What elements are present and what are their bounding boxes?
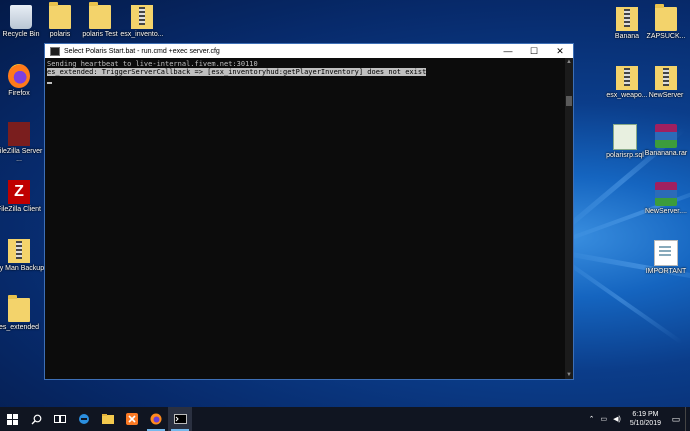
close-button[interactable]: ✕ — [547, 44, 573, 58]
task-view-button[interactable] — [48, 407, 72, 431]
clock-time: 6:19 PM — [632, 411, 659, 418]
start-button[interactable] — [0, 407, 24, 431]
xampp-icon — [126, 413, 138, 425]
search-button[interactable] — [24, 407, 48, 431]
system-tray: ⌃ ▭ ◀) 6:19 PM 5/10/2019 ▭ — [586, 407, 690, 431]
zip-folder-icon — [655, 66, 677, 90]
zip-folder-icon — [616, 7, 638, 31]
window-title: Select Polaris Start.bat - run.cmd +exec… — [64, 47, 220, 55]
desktop-icon-label: FileZilla Client — [0, 206, 41, 213]
scroll-down-icon[interactable]: ▼ — [565, 371, 573, 379]
desktop-icon-important[interactable]: IMPORTANT — [639, 240, 690, 276]
clock-date: 5/10/2019 — [629, 420, 661, 427]
cmd-icon — [173, 414, 187, 424]
desktop-icon-esx-inventory[interactable]: esx_invento... — [115, 5, 169, 39]
firefox-icon — [8, 64, 30, 88]
desktop-icon-es-extended[interactable]: es_extended — [0, 295, 46, 332]
desktop-icon-label: IMPORTANT — [645, 268, 687, 275]
desktop-icon-label: Bananana.rar — [644, 150, 688, 157]
desktop-icon-filezilla-client[interactable]: Z FileZilla Client — [0, 180, 46, 214]
firefox-icon — [150, 413, 162, 425]
desktop-icon-newserver[interactable]: NewServer — [639, 66, 690, 100]
minimize-button[interactable]: — — [495, 44, 521, 58]
zip-folder-icon — [616, 66, 638, 90]
zip-folder-icon — [8, 239, 30, 263]
desktop-icon-firefox[interactable]: Firefox — [0, 64, 46, 98]
network-icon[interactable]: ▭ — [598, 415, 611, 423]
desktop-icon-filezilla-server[interactable]: FileZilla Server ... — [0, 122, 46, 164]
show-hidden-icons-icon[interactable]: ⌃ — [586, 415, 598, 423]
recycle-bin-icon — [10, 5, 32, 29]
desktop-icon-newserver-rar[interactable]: NewServer.... — [639, 182, 690, 216]
folder-icon — [89, 2, 111, 29]
folder-icon — [655, 4, 677, 31]
scrollbar-thumb[interactable] — [566, 96, 572, 106]
folder-icon — [49, 2, 71, 29]
console-output[interactable]: Sending heartbeat to live-internal.fivem… — [45, 58, 565, 379]
text-cursor — [47, 82, 52, 84]
scroll-up-icon[interactable]: ▲ — [565, 58, 573, 66]
volume-icon[interactable]: ◀) — [610, 415, 624, 423]
console-line: Sending heartbeat to live-internal.fivem… — [47, 60, 258, 68]
search-icon — [31, 414, 41, 424]
edge-button[interactable] — [72, 407, 96, 431]
cmd-icon — [50, 46, 60, 56]
task-view-icon — [54, 415, 66, 423]
cmd-taskbar-button[interactable] — [168, 407, 192, 431]
filezilla-client-icon: Z — [8, 180, 30, 204]
xampp-button[interactable] — [120, 407, 144, 431]
notification-icon[interactable]: ▭ — [667, 407, 685, 431]
desktop-icon-label: ZAPSUCK... — [646, 33, 686, 40]
sql-file-icon — [613, 124, 637, 150]
desktop-icon-label: NewServer.... — [644, 208, 687, 215]
desktop-icon-zapsuck[interactable]: ZAPSUCK... — [639, 4, 690, 41]
console-window[interactable]: Select Polaris Start.bat - run.cmd +exec… — [44, 43, 574, 380]
winrar-icon — [655, 182, 677, 206]
firefox-taskbar-button[interactable] — [144, 407, 168, 431]
filezilla-server-icon — [8, 122, 30, 146]
winrar-icon — [655, 124, 677, 148]
desktop-icon-label: esx_invento... — [120, 31, 164, 38]
file-explorer-button[interactable] — [96, 407, 120, 431]
window-titlebar[interactable]: Select Polaris Start.bat - run.cmd +exec… — [45, 44, 573, 58]
vertical-scrollbar[interactable]: ▲ ▼ — [565, 58, 573, 379]
desktop-icon-my-man-backup[interactable]: My Man Backup — [0, 239, 46, 273]
text-document-icon — [654, 240, 678, 266]
folder-icon — [8, 295, 30, 322]
clock[interactable]: 6:19 PM 5/10/2019 — [624, 410, 667, 428]
desktop-icon-label: es_extended — [0, 324, 40, 331]
edge-icon — [79, 414, 89, 424]
windows-logo-icon — [6, 413, 18, 425]
desktop-icon-label: NewServer — [648, 92, 684, 99]
console-line-selected: es_extended: TriggerServerCallback => [e… — [47, 68, 427, 76]
zip-folder-icon — [131, 5, 153, 29]
maximize-button[interactable]: ☐ — [521, 44, 547, 58]
desktop-icon-label: FileZilla Server ... — [0, 148, 43, 163]
desktop-icon-bananana-rar[interactable]: Bananana.rar — [639, 124, 690, 158]
file-explorer-icon — [102, 414, 114, 424]
desktop-icon-label: My Man Backup — [0, 265, 45, 272]
show-desktop-button[interactable] — [685, 407, 690, 431]
desktop-icon-label: Firefox — [8, 90, 30, 97]
taskbar: ⌃ ▭ ◀) 6:19 PM 5/10/2019 ▭ — [0, 407, 690, 431]
